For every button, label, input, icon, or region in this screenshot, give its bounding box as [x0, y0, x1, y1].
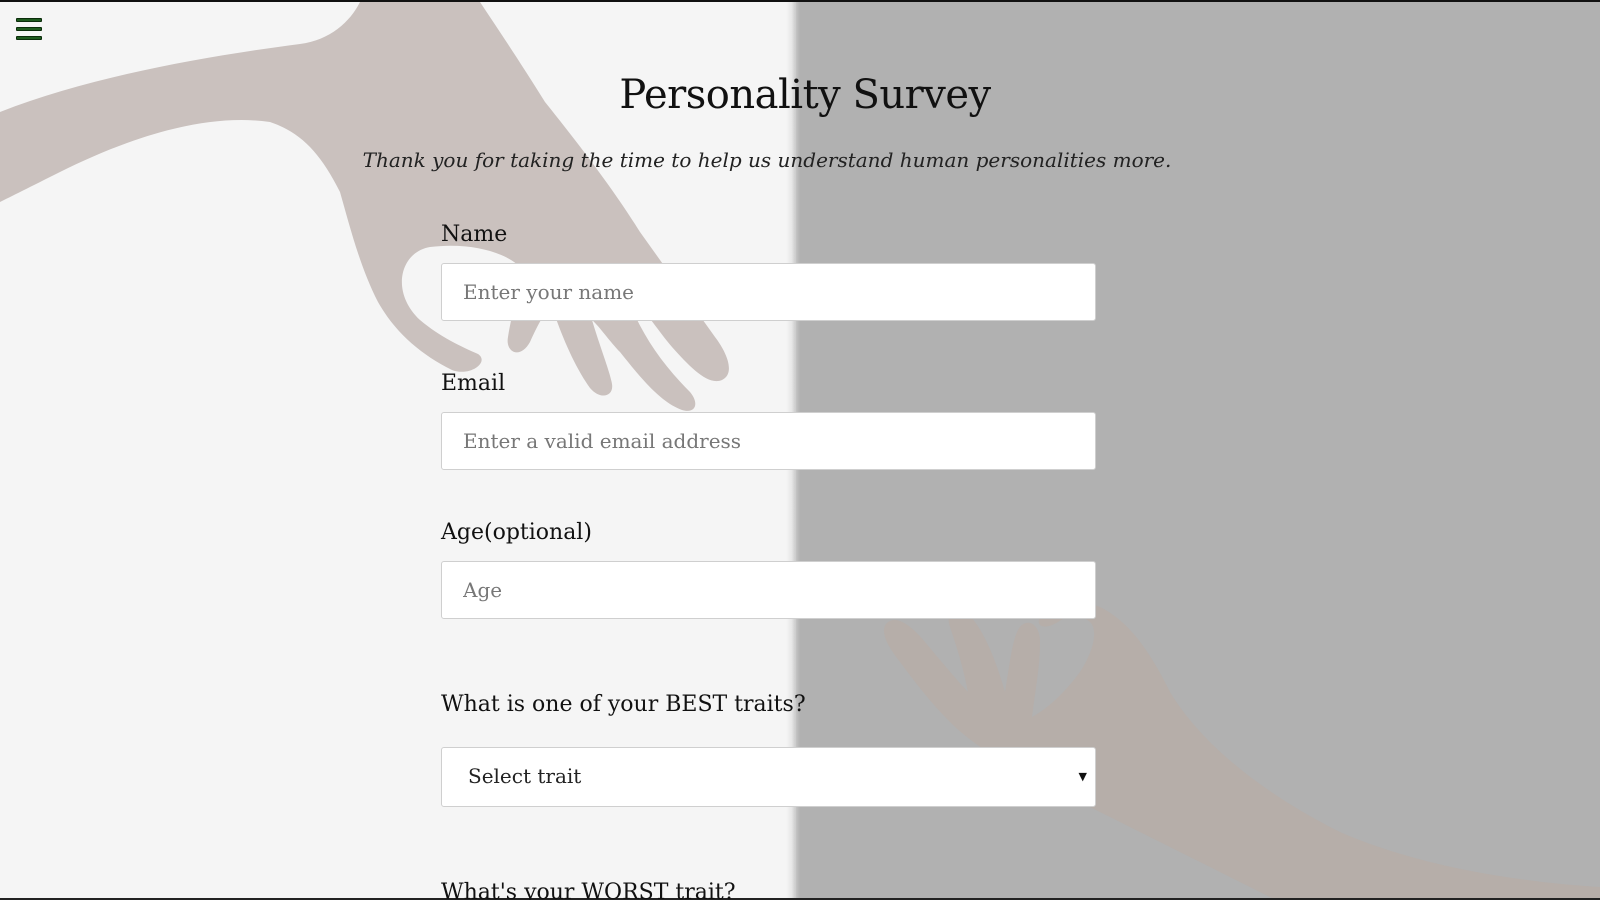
- best-trait-select[interactable]: Select trait ▼: [441, 747, 1096, 807]
- name-input[interactable]: [441, 263, 1096, 321]
- worst-trait-label: What's your WORST trait?: [441, 880, 736, 900]
- age-label: Age(optional): [441, 520, 592, 545]
- survey-page: Personality Survey Thank you for taking …: [0, 0, 1600, 900]
- name-label: Name: [441, 222, 508, 247]
- hamburger-menu-icon[interactable]: [16, 18, 42, 46]
- page-subtitle: Thank you for taking the time to help us…: [362, 148, 1172, 172]
- email-input[interactable]: [441, 412, 1096, 470]
- dropdown-arrow-icon: ▼: [1078, 770, 1087, 783]
- best-trait-selected-value: Select trait: [468, 764, 582, 788]
- age-input[interactable]: [441, 561, 1096, 619]
- page-title: Personality Survey: [619, 72, 991, 118]
- best-trait-label: What is one of your BEST traits?: [441, 692, 806, 717]
- email-label: Email: [441, 371, 506, 396]
